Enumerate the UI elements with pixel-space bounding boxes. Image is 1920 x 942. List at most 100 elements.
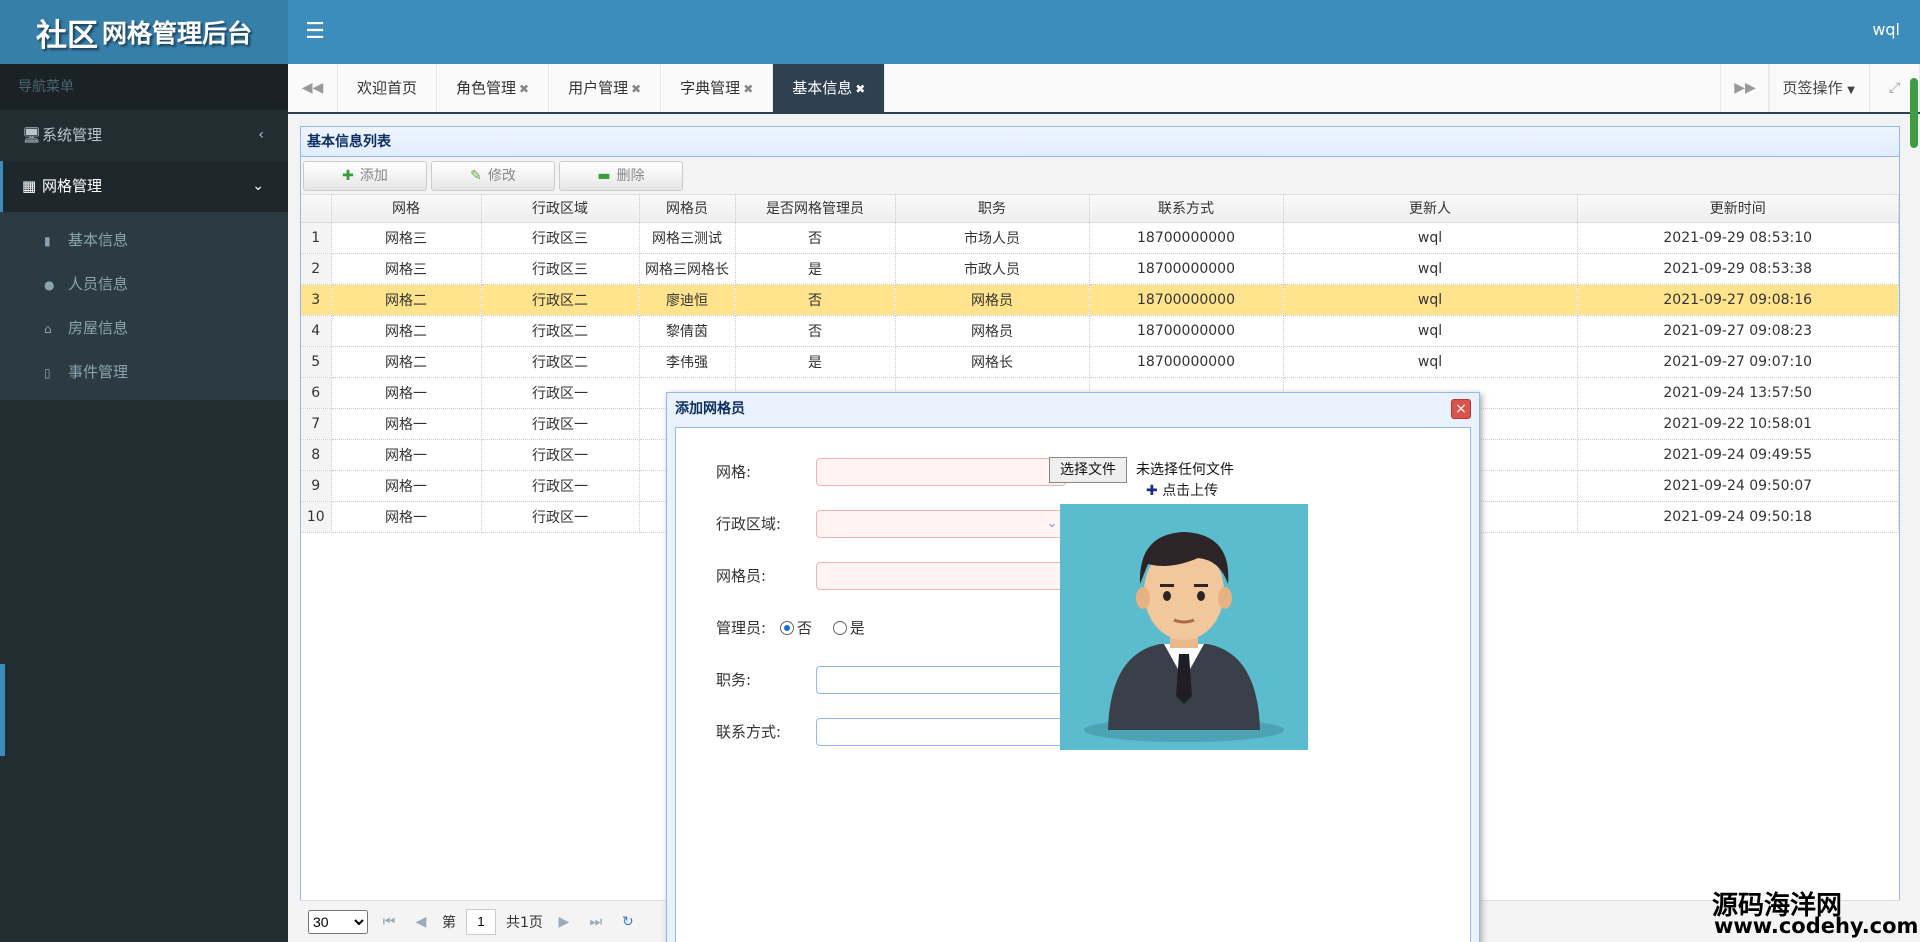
table-cell: 网格一 — [331, 501, 482, 533]
tab-welcome[interactable]: 欢迎首页 — [338, 64, 438, 112]
column-header[interactable]: 更新人 — [1283, 195, 1578, 223]
page-scrollbar[interactable] — [1910, 78, 1918, 148]
tab-scroll-left-icon[interactable]: ◀◀ — [288, 64, 338, 112]
close-icon[interactable]: × — [1451, 399, 1471, 419]
position-field-row: 职务: — [716, 666, 1066, 694]
sidebar-item-system[interactable]: 🖥系统管理 ‹ — [0, 110, 288, 161]
table-cell: 行政区二 — [481, 284, 640, 316]
column-header[interactable]: 职务 — [895, 195, 1090, 223]
table-row[interactable]: 2 网格三 行政区三 网格三网格长是市政人员 18700000000 wql 2021-09… — [301, 253, 1899, 285]
close-icon[interactable]: ✖ — [743, 82, 753, 96]
app-logo[interactable]: 社区 网格管理后台 — [0, 0, 288, 64]
sidebar-item-house-info[interactable]: ⌂ 房屋信息 — [0, 306, 288, 350]
table-row[interactable]: 4 网格二 行政区二 黎倩茵否网格员 18700000000 wql 2021-09-27 … — [301, 315, 1899, 347]
region-select[interactable]: ⌄ — [816, 510, 1066, 538]
table-row[interactable]: 3 网格二 行政区二 廖迪恒否网格员 18700000000 wql 2021-09-27 … — [301, 284, 1899, 316]
refresh-icon[interactable]: ↻ — [617, 914, 639, 930]
page-total: 共1页 — [506, 914, 543, 931]
table-row[interactable]: 5 网格二 行政区二 李伟强是网格长 18700000000 wql 2021-09-27 … — [301, 346, 1899, 378]
sidebar-item-grid[interactable]: ▦ 网格管理 ⌄ — [0, 161, 288, 212]
table-cell: wql — [1283, 253, 1578, 285]
prev-page-icon[interactable]: ◀ — [410, 914, 432, 930]
tab-users[interactable]: 用户管理 ✖ — [549, 64, 662, 112]
tab-dictionary[interactable]: 字典管理 ✖ — [661, 64, 774, 112]
manager-no-radio[interactable] — [780, 621, 794, 635]
contact-input[interactable] — [816, 718, 1066, 746]
table-row[interactable]: 1 网格三 行政区三 网格三测试否市场人员 18700000000 wql 2021-09-… — [301, 222, 1899, 254]
row-number: 7 — [301, 408, 332, 440]
sidebar-item-event-mgmt[interactable]: ▯ 事件管理 — [0, 350, 288, 394]
add-member-dialog: 添加网格员 × 网格: ⌄ 行政区域: ⌄ 网格员: 管理员: 否 是 职务: … — [666, 392, 1480, 942]
table-cell: 网格员 — [895, 284, 1090, 316]
top-header: 社区 网格管理后台 ☰ wql — [0, 0, 1920, 64]
row-number-header — [301, 195, 332, 223]
sidebar-item-basic-info[interactable]: ▮ 基本信息 — [0, 218, 288, 262]
table-cell: 18700000000 — [1089, 315, 1284, 347]
position-input[interactable] — [816, 666, 1066, 694]
table-cell: 网格三网格长 — [639, 253, 736, 285]
tab-list: 欢迎首页 角色管理 ✖ 用户管理 ✖ 字典管理 ✖ 基本信息 ✖ — [338, 64, 886, 112]
first-page-icon[interactable]: ⏮ — [378, 914, 400, 930]
add-button[interactable]: ✚ 添加 — [303, 161, 427, 191]
panel-title: 基本信息列表 — [301, 127, 1899, 157]
column-header[interactable]: 行政区域 — [481, 195, 640, 223]
column-header[interactable]: 网格 — [331, 195, 482, 223]
tab-bar: ◀◀ 欢迎首页 角色管理 ✖ 用户管理 ✖ 字典管理 ✖ 基本信息 ✖ ▶▶ 页签操作 … — [288, 64, 1920, 114]
watermark-url: www.codehy.com — [1714, 914, 1919, 938]
table-cell: 行政区一 — [481, 501, 640, 533]
table-cell: 2021-09-27 09:08:16 — [1577, 284, 1899, 316]
sidebar-scroll-accent — [0, 664, 5, 756]
tab-roles[interactable]: 角色管理 ✖ — [437, 64, 550, 112]
tab-operations-dropdown[interactable]: 页签操作 ▼ — [1767, 64, 1870, 112]
table-cell: 2021-09-24 09:50:07 — [1577, 470, 1899, 502]
sidebar-item-label: 事件管理 — [68, 363, 129, 381]
menu-toggle-icon[interactable]: ☰ — [300, 17, 330, 47]
table-cell: 2021-09-27 09:07:10 — [1577, 346, 1899, 378]
table-cell: 网格二 — [331, 284, 482, 316]
grid-submenu: ▮ 基本信息 ● 人员信息 ⌂ 房屋信息 ▯ 事件管理 — [0, 212, 288, 400]
next-page-icon[interactable]: ▶ — [553, 914, 575, 930]
manager-yes-radio[interactable] — [832, 621, 847, 635]
table-cell: wql — [1283, 346, 1578, 378]
sidebar-item-person-info[interactable]: ● 人员信息 — [0, 262, 288, 306]
table-cell: 2021-09-22 10:58:01 — [1577, 408, 1899, 440]
choose-file-button[interactable]: 选择文件 — [1049, 457, 1127, 483]
home-icon: ⌂ — [44, 322, 52, 336]
row-number: 6 — [301, 377, 332, 409]
last-page-icon[interactable]: ⏭ — [585, 914, 607, 930]
close-icon[interactable]: ✖ — [631, 82, 641, 96]
column-header[interactable]: 网格员 — [639, 195, 736, 223]
tab-scroll-right-icon[interactable]: ▶▶ — [1720, 64, 1770, 112]
upload-link[interactable]: ✚ 点击上传 — [1146, 480, 1218, 502]
table-cell: 网格员 — [895, 315, 1090, 347]
sidebar: 导航菜单 🖥系统管理 ‹ ▦ 网格管理 ⌄ ▮ 基本信息 ● 人员信息 ⌂ 房屋信息 ▯… — [0, 64, 288, 942]
delete-button[interactable]: ▬ 删除 — [559, 161, 683, 191]
close-icon[interactable]: ✖ — [855, 82, 865, 96]
table-cell: 否 — [735, 284, 896, 316]
table-cell: 李伟强 — [639, 346, 736, 378]
edit-button[interactable]: ✎ 修改 — [431, 161, 555, 191]
member-label: 网格员: — [716, 567, 767, 585]
page-label-pre: 第 — [442, 914, 456, 931]
tab-basic-info[interactable]: 基本信息 ✖ — [773, 64, 886, 112]
grid-field-row: 网格: ⌄ — [716, 458, 1066, 486]
table-cell: 行政区一 — [481, 408, 640, 440]
member-field-row: 网格员: — [716, 562, 1066, 590]
chevron-left-icon: ‹ — [258, 127, 264, 143]
column-header[interactable]: 更新时间 — [1577, 195, 1899, 223]
user-name[interactable]: wql — [1872, 20, 1900, 39]
table-cell: 网格二 — [331, 346, 482, 378]
column-header[interactable]: 是否网格管理员 — [735, 195, 896, 223]
grid-select[interactable]: ⌄ — [816, 458, 1066, 486]
page-size-select[interactable]: 30 — [308, 909, 368, 934]
table-cell: 2021-09-24 13:57:50 — [1577, 377, 1899, 409]
page-number-input[interactable] — [466, 908, 496, 935]
minus-icon: ▬ — [597, 168, 611, 184]
table-cell: 行政区三 — [481, 253, 640, 285]
table-cell: 廖迪恒 — [639, 284, 736, 316]
table-cell: 黎倩茵 — [639, 315, 736, 347]
contact-label: 联系方式: — [716, 723, 782, 741]
close-icon[interactable]: ✖ — [519, 82, 529, 96]
column-header[interactable]: 联系方式 — [1089, 195, 1284, 223]
member-input[interactable] — [816, 562, 1066, 590]
